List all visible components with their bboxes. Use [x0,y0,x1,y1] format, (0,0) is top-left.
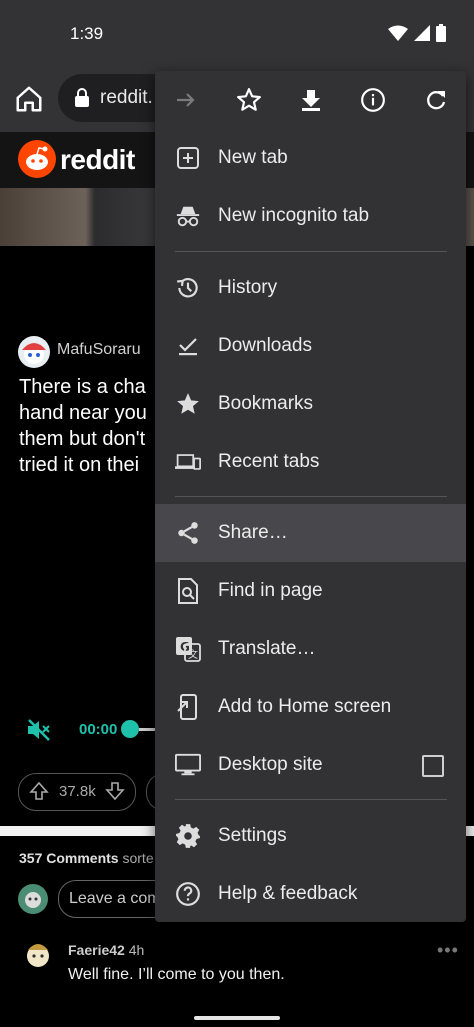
menu-item-new-tab[interactable]: New tab [155,129,466,187]
post-author[interactable]: MafuSoraru [57,341,141,359]
upvote-icon[interactable] [29,781,49,801]
vote-bar: 37.8k [18,773,136,811]
downloads-icon [175,333,201,359]
menu-item-desktop-site[interactable]: Desktop site [155,736,466,794]
menu-item-label: Share… [218,522,288,543]
comment-meta: Faerie42 4h [68,942,144,958]
share-icon [175,520,201,546]
desktop-icon [175,752,201,778]
comments-count-label: 357 Comments [19,850,119,866]
comments-sort-label[interactable]: sorte [122,850,153,866]
download-icon[interactable] [295,84,327,116]
menu-item-label: New incognito tab [218,205,370,226]
avatar[interactable] [22,936,54,972]
comments-count: 357 Comments sorte [19,850,154,866]
menu-item-label: Find in page [218,580,323,601]
menu-item-add-to-home-screen[interactable]: Add to Home screen [155,678,466,736]
seek-handle[interactable] [121,720,139,738]
menu-action-row [155,71,466,129]
menu-item-find-in-page[interactable]: Find in page [155,562,466,620]
find-in-page-icon [175,578,201,604]
menu-divider [175,799,447,800]
reddit-wordmark[interactable]: reddit [60,144,135,176]
home-icon[interactable] [14,84,44,114]
comment-placeholder: Leave a com [69,890,161,907]
menu-item-history[interactable]: History [155,259,466,317]
comment-body: Well fine. I’ll come to you then. [68,966,285,983]
history-icon [175,275,201,301]
menu-item-recent-tabs[interactable]: Recent tabs [155,433,466,491]
status-bar: 1:39 [0,0,474,66]
status-time: 1:39 [70,24,104,43]
comment-author[interactable]: Faerie42 [68,942,125,958]
chrome-overflow-menu: New tab New incognito tab History Downlo… [155,71,466,922]
vote-count: 37.8k [59,783,96,800]
battery-icon [436,24,446,42]
svg-text:文: 文 [188,648,198,661]
more-options-icon[interactable]: ••• [437,940,459,961]
reddit-logo-icon[interactable] [18,140,56,178]
menu-divider [175,251,447,252]
recent-tabs-icon [175,449,201,475]
avatar [18,884,48,914]
status-icons [388,24,446,42]
video-time: 00:00 [79,721,118,738]
bookmarks-star-icon [175,391,201,417]
signal-icon [414,25,430,41]
menu-item-label: Bookmarks [218,393,314,414]
mute-icon[interactable] [26,718,52,742]
menu-item-label: New tab [218,147,288,168]
translate-icon: G文 [175,636,201,662]
incognito-icon [175,203,201,229]
lock-icon [74,88,90,108]
refresh-icon[interactable] [420,84,452,116]
help-icon [175,881,201,907]
menu-item-label: Recent tabs [218,451,320,472]
menu-item-translate[interactable]: G文 Translate… [155,620,466,678]
menu-item-bookmarks[interactable]: Bookmarks [155,375,466,433]
settings-gear-icon [175,823,201,849]
menu-item-label: Add to Home screen [218,696,392,717]
menu-item-label: History [218,277,278,298]
comment-age: 4h [128,942,145,958]
avatar[interactable] [18,336,50,368]
menu-item-label: Help & feedback [218,883,358,904]
menu-item-downloads[interactable]: Downloads [155,317,466,375]
new-tab-icon [175,145,201,171]
menu-item-share[interactable]: Share… [155,504,466,562]
menu-item-new-incognito-tab[interactable]: New incognito tab [155,187,466,245]
url-text: reddit. [100,87,153,108]
add-to-home-icon [175,694,201,720]
desktop-site-checkbox[interactable] [422,755,444,777]
menu-item-label: Desktop site [218,754,323,775]
menu-item-help-feedback[interactable]: Help & feedback [155,865,466,923]
post-title: There is a cha hand near you them but do… [19,376,147,476]
menu-item-settings[interactable]: Settings [155,807,466,865]
menu-divider [175,496,447,497]
menu-item-label: Downloads [218,335,312,356]
wifi-icon [388,25,408,41]
bookmark-star-icon[interactable] [233,84,265,116]
downvote-icon[interactable] [105,781,125,801]
gesture-nav-bar[interactable] [194,1016,280,1020]
page-info-icon[interactable] [357,84,389,116]
menu-item-label: Settings [218,825,287,846]
forward-icon[interactable] [170,84,202,116]
menu-item-label: Translate… [218,638,316,659]
